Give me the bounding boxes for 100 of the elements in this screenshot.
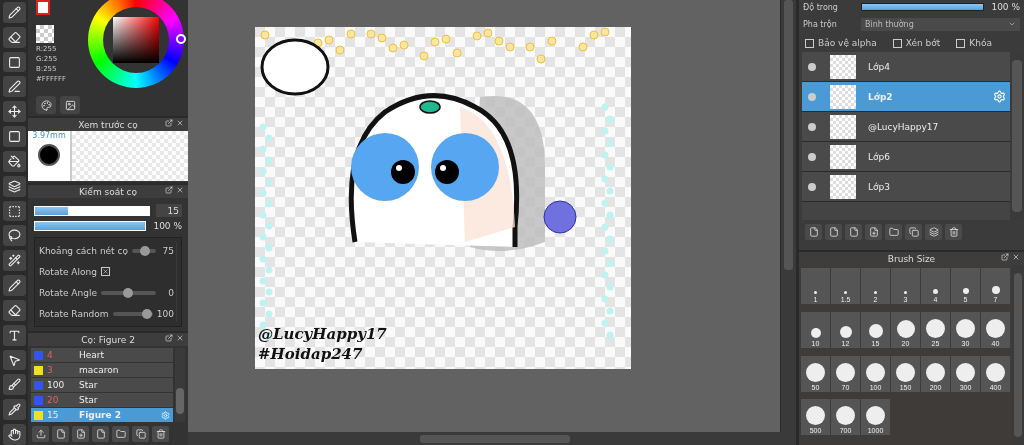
slider-thumb[interactable] <box>123 287 134 298</box>
layer-row[interactable]: Lớp3 <box>802 172 1010 202</box>
brush-item[interactable]: 4 Heart <box>31 348 173 362</box>
size-dot-icon <box>956 362 975 382</box>
file-icon <box>95 429 106 439</box>
tool-button[interactable] <box>2 374 26 396</box>
popout-icon[interactable] <box>1001 253 1009 261</box>
size-dot-icon <box>986 318 1005 338</box>
layer-opacity-slider[interactable] <box>862 4 983 10</box>
new-layer-button[interactable] <box>805 224 822 240</box>
close-icon[interactable] <box>176 186 184 194</box>
visibility-dot[interactable] <box>808 92 816 101</box>
tool-button[interactable] <box>2 26 26 48</box>
visibility-dot[interactable] <box>808 182 816 191</box>
size-dot-icon <box>956 318 975 338</box>
popout-icon[interactable] <box>165 334 173 342</box>
layer-8bit-button[interactable] <box>825 224 842 240</box>
layer-thumbnail <box>830 144 856 169</box>
setting-slider[interactable] <box>100 290 156 295</box>
tool-button[interactable] <box>2 349 26 371</box>
layer-row[interactable]: Lớp4 <box>802 52 1010 82</box>
size-dot-icon <box>874 291 877 294</box>
upload-button[interactable] <box>32 426 49 442</box>
tool-button[interactable] <box>2 275 26 296</box>
transparent-swatch[interactable] <box>36 25 54 43</box>
palette-image-button[interactable] <box>60 96 80 114</box>
layer-1bit-button[interactable] <box>845 224 862 240</box>
palette-button[interactable] <box>36 96 56 114</box>
tool-button[interactable] <box>2 126 26 147</box>
opacity-slider[interactable] <box>35 222 145 230</box>
new-brush-button[interactable] <box>52 426 69 442</box>
scrollbar[interactable] <box>188 432 796 445</box>
brush-item[interactable]: 3 macaron <box>31 363 173 377</box>
merge-button[interactable] <box>925 224 942 240</box>
scrollbar[interactable] <box>780 0 796 432</box>
brush-item[interactable]: 100 Star <box>31 378 173 392</box>
canvas[interactable]: @LucyHappy17 #Hoidap247 <box>255 27 631 369</box>
panel-title: Kiểm soát cọ <box>78 186 138 197</box>
tool-button[interactable] <box>2 250 26 272</box>
close-icon[interactable] <box>176 334 184 342</box>
checkbox[interactable] <box>805 38 814 48</box>
tool-button[interactable] <box>2 2 26 23</box>
select-eraser-icon <box>7 303 21 317</box>
setting-slider[interactable] <box>112 311 153 316</box>
tool-button[interactable] <box>2 101 26 123</box>
tool-button[interactable] <box>2 51 26 73</box>
script-button[interactable] <box>92 426 109 442</box>
folder-button[interactable] <box>885 224 902 240</box>
close-icon[interactable] <box>1012 253 1020 261</box>
tool-button[interactable] <box>2 150 26 172</box>
size-dot-icon <box>839 325 852 338</box>
file-icon <box>808 227 819 237</box>
size-dot-icon <box>868 323 883 338</box>
signature-text: @LucyHappy17 <box>258 325 387 343</box>
tool-button[interactable] <box>2 424 26 445</box>
brush-item[interactable]: 20 Star <box>31 393 173 407</box>
saturation-square[interactable] <box>113 17 159 63</box>
layer-row[interactable]: @LucyHappy17 <box>802 112 1010 142</box>
tool-button[interactable] <box>2 399 26 421</box>
checkbox[interactable] <box>892 38 902 48</box>
settings-icon[interactable] <box>993 90 1006 103</box>
copy-button[interactable] <box>905 224 922 240</box>
size-dot-icon <box>962 288 969 294</box>
size-value-field[interactable]: 15 <box>156 204 182 217</box>
slider-thumb[interactable] <box>141 308 152 319</box>
checkbox[interactable] <box>956 38 966 48</box>
tool-button[interactable] <box>2 200 26 222</box>
trash-icon <box>155 429 166 439</box>
folder-button[interactable] <box>112 426 129 442</box>
popout-icon[interactable] <box>165 186 173 194</box>
delete-button[interactable] <box>945 224 962 240</box>
tool-button[interactable] <box>2 175 26 197</box>
option-label: Khóa <box>969 38 992 48</box>
visibility-dot[interactable] <box>808 152 816 161</box>
tool-button[interactable] <box>2 299 26 321</box>
visibility-dot[interactable] <box>808 62 816 71</box>
primary-color-swatch[interactable] <box>36 0 50 15</box>
tool-button[interactable] <box>2 76 26 98</box>
add-brush-button[interactable] <box>72 426 89 442</box>
visibility-dot[interactable] <box>808 122 816 131</box>
delete-button[interactable] <box>152 426 169 442</box>
copy-button[interactable] <box>132 426 149 442</box>
scrollbar[interactable] <box>175 348 185 422</box>
popout-icon[interactable] <box>165 119 173 127</box>
add-layer-button[interactable] <box>865 224 882 240</box>
upload-icon <box>35 429 46 439</box>
eraser-icon <box>7 30 21 44</box>
setting-slider[interactable] <box>131 248 156 253</box>
blend-label: Pha trộn <box>803 19 838 29</box>
checkbox[interactable] <box>100 267 110 276</box>
setting-value: 100 <box>156 308 174 319</box>
blend-dropdown[interactable]: Bình thường <box>861 17 1020 31</box>
close-icon[interactable] <box>176 119 184 127</box>
layer-row[interactable]: Lớp6 <box>802 142 1010 172</box>
slider-thumb[interactable] <box>140 245 151 256</box>
tool-button[interactable] <box>2 324 26 346</box>
scrollbar[interactable] <box>1012 265 1024 445</box>
hue-handle[interactable] <box>176 34 186 44</box>
tool-button[interactable] <box>2 225 26 247</box>
size-slider[interactable] <box>34 205 150 216</box>
